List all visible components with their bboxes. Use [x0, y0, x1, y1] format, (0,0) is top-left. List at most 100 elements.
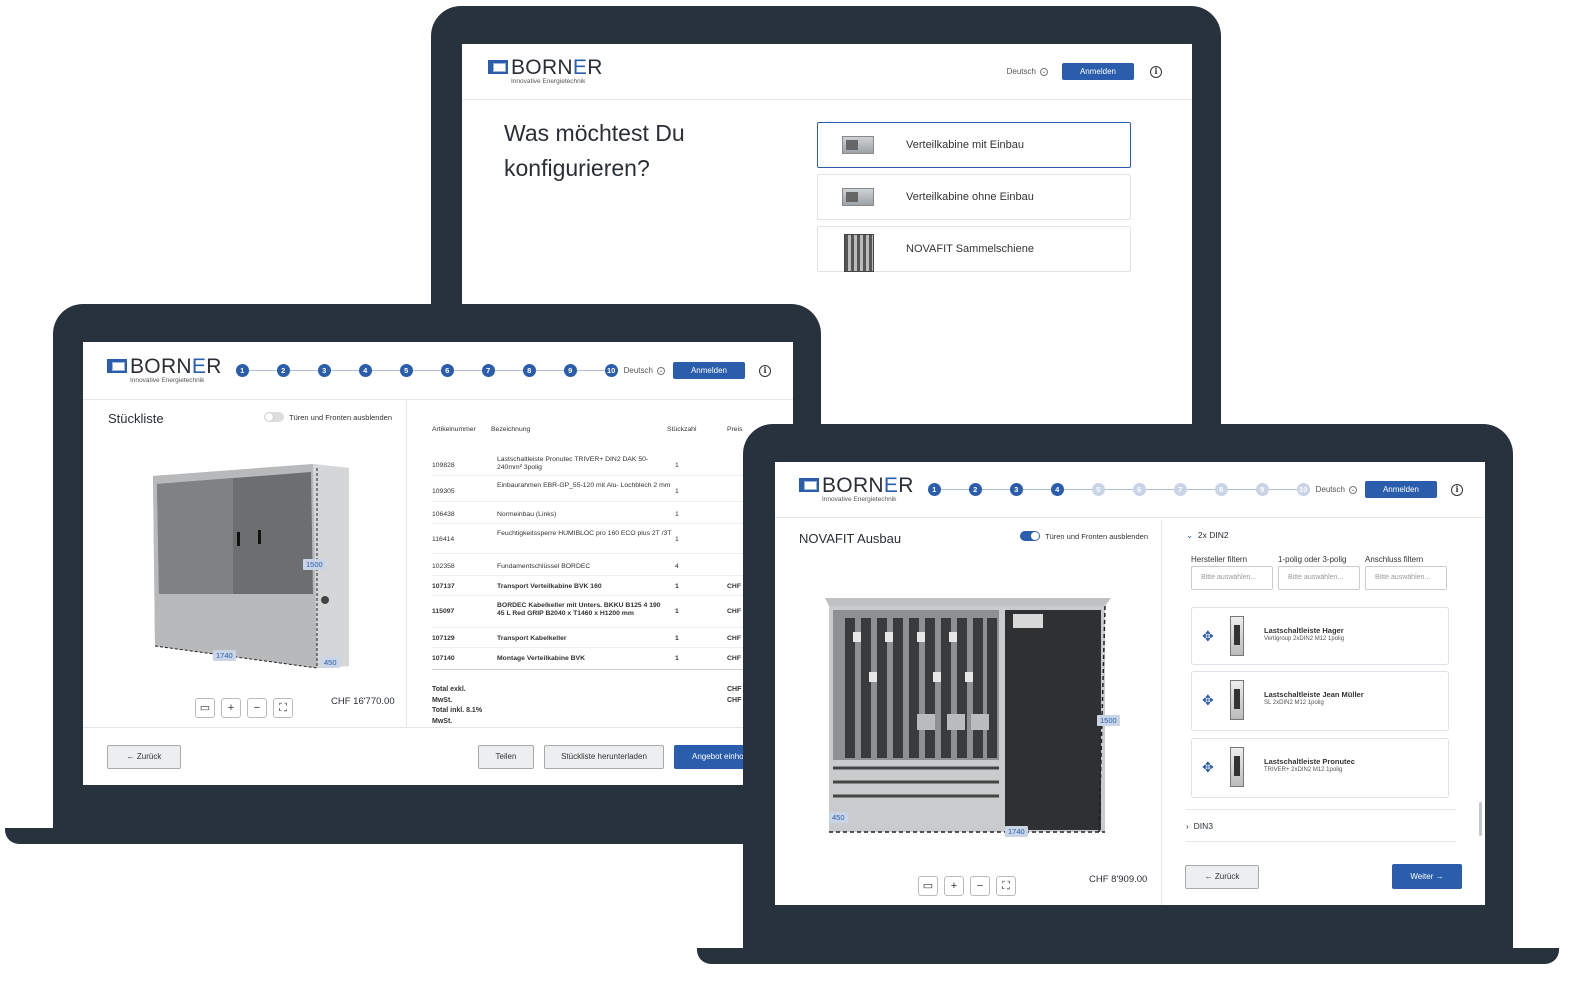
login-button[interactable]: Anmelden [1364, 481, 1437, 498]
option-verteilkabine-mit-einbau[interactable]: Verteilkabine mit Einbau [817, 122, 1131, 168]
accordion-din3[interactable]: › DIN3 [1186, 821, 1213, 831]
option-label: Verteilkabine mit Einbau [906, 139, 1025, 151]
step-4[interactable]: 4 [1050, 483, 1064, 496]
chevron-down-icon: ⌄ [1186, 530, 1194, 540]
language-select[interactable]: Deutsch ⌄ [624, 366, 665, 375]
component-panel: ⌄ 2x DIN2 Hersteller filtern 1-polig ode… [1161, 519, 1485, 905]
component-thumbnail [1230, 680, 1244, 720]
step-5[interactable]: 5 [1091, 483, 1105, 496]
totals-values: CHF CHF [727, 686, 742, 704]
next-button[interactable]: Weiter → [1392, 864, 1462, 889]
hide-doors-toggle[interactable]: Türen und Fronten ausblenden [264, 412, 392, 422]
fullscreen-icon[interactable]: ⛶ [273, 698, 293, 718]
hide-doors-toggle[interactable]: Türen und Fronten ausblenden [1020, 531, 1148, 541]
step-3[interactable]: 3 [317, 364, 331, 377]
step-5[interactable]: 5 [399, 364, 413, 377]
bom-table: Artikelnummer Bezeichnung Stückzahl Prei… [432, 426, 793, 726]
logo-tagline: Innovative Energietechnik [822, 496, 897, 504]
component-subtitle: TRIVER+ 2xDIN2 M12 1polig [1264, 767, 1343, 773]
toggle-switch[interactable] [1020, 531, 1040, 541]
zoom-in-icon[interactable]: + [944, 876, 964, 896]
step-9[interactable]: 9 [563, 364, 577, 377]
step-9[interactable]: 9 [1255, 483, 1269, 496]
component-subtitle: Vertigroup 2xDIN2 M12 1polig [1264, 636, 1345, 642]
drag-move-icon[interactable]: ✥ [1202, 692, 1214, 709]
total-price: CHF 8'909.00 [1089, 874, 1148, 885]
step-1[interactable]: 1 [235, 364, 249, 377]
cabinet-thumbnail [838, 182, 878, 212]
zoom-out-icon[interactable]: − [970, 876, 990, 896]
viewer-controls: ▭ + − ⛶ [195, 698, 293, 718]
table-row: 115097 BORDEC Kabelkeller mit Unters. BK… [432, 596, 792, 628]
height-dimension: 1500 [303, 559, 326, 570]
share-button[interactable]: Teilen [478, 745, 534, 769]
table-row: 107129 Transport Kabelkeller 1 CHF [432, 628, 792, 648]
login-button[interactable]: Anmelden [1061, 63, 1134, 80]
measure-icon[interactable]: ▭ [918, 876, 938, 896]
chevron-right-icon: › [1186, 821, 1189, 831]
logo-mark-icon [488, 60, 508, 75]
pole-filter-select[interactable]: Bitte auswählen... [1278, 566, 1360, 590]
table-row: 109305 Einbaurahmen EBR-GP_55-120 mit Al… [432, 476, 792, 502]
step-7[interactable]: 7 [481, 364, 495, 377]
component-title: Lastschaltleiste Jean Müller [1264, 690, 1364, 699]
step-6[interactable]: 6 [440, 364, 454, 377]
component-card[interactable]: ✥ Lastschaltleiste Hager Vertigroup 2xDI… [1191, 607, 1449, 665]
cabinet-open-drawing [825, 598, 1111, 833]
step-progress: 1 2 3 4 5 6 7 8 9 10 [235, 364, 618, 377]
info-icon[interactable]: i [1451, 483, 1463, 496]
step-7[interactable]: 7 [1173, 483, 1187, 496]
component-card[interactable]: ✥ Lastschaltleiste Pronutec TRIVER+ 2xDI… [1191, 738, 1449, 798]
step-1[interactable]: 1 [927, 483, 941, 496]
download-bom-button[interactable]: Stückliste herunterladen [544, 745, 664, 769]
component-title: Lastschaltleiste Hager [1264, 626, 1344, 635]
page-title: Was möchtest Du konfigurieren? [504, 120, 685, 181]
borner-logo[interactable]: BORNER Innovative Energietechnik [107, 356, 222, 385]
option-verteilkabine-ohne-einbau[interactable]: Verteilkabine ohne Einbau [817, 174, 1131, 220]
back-button[interactable]: ← Zurück [1185, 865, 1259, 889]
zoom-in-icon[interactable]: + [221, 698, 241, 718]
step-6[interactable]: 6 [1132, 483, 1146, 496]
cabinet-3d-view[interactable]: 1500 1740 450 [823, 592, 1123, 842]
filter-label: 1-polig oder 3-polig [1278, 555, 1347, 564]
scrollbar[interactable] [1479, 802, 1482, 836]
logo-tagline: Innovative Energietechnik [130, 377, 205, 385]
cabinet-3d-view[interactable]: 1500 1740 450 [151, 460, 351, 670]
connection-filter-select[interactable]: Bitte auswählen... [1365, 566, 1447, 590]
step-3[interactable]: 3 [1009, 483, 1023, 496]
step-2[interactable]: 2 [968, 483, 982, 496]
drag-move-icon[interactable]: ✥ [1202, 628, 1214, 645]
step-4[interactable]: 4 [358, 364, 372, 377]
step-8[interactable]: 8 [1214, 483, 1228, 496]
toggle-switch[interactable] [264, 412, 284, 422]
toggle-label: Türen und Fronten ausblenden [1045, 531, 1148, 541]
info-icon[interactable]: i [759, 364, 771, 377]
borner-logo[interactable]: BORNER Innovative Energietechnik [799, 475, 914, 504]
info-icon[interactable]: i [1150, 65, 1162, 78]
back-button[interactable]: ← Zurück [107, 745, 181, 769]
language-select[interactable]: Deutsch ⌄ [1316, 485, 1357, 494]
app-header: BORNER Innovative Energietechnik 1 2 3 4… [775, 462, 1485, 518]
measure-icon[interactable]: ▭ [195, 698, 215, 718]
step-8[interactable]: 8 [522, 364, 536, 377]
col-article: Artikelnummer [432, 426, 476, 433]
height-dimension: 1500 [1097, 715, 1120, 726]
component-card[interactable]: ✥ Lastschaltleiste Jean Müller SL 2xDIN2… [1191, 671, 1449, 731]
step-10[interactable]: 10 [1296, 483, 1310, 496]
drag-move-icon[interactable]: ✥ [1202, 759, 1214, 776]
language-select[interactable]: Deutsch ⌄ [1007, 67, 1048, 76]
toggle-label: Türen und Fronten ausblenden [289, 412, 392, 422]
fullscreen-icon[interactable]: ⛶ [996, 876, 1016, 896]
panel-title: Stückliste [108, 411, 164, 426]
borner-logo[interactable]: BORNER Innovative Energietechnik [488, 57, 603, 86]
table-row: 116414 Feuchtigkeitssperre HUMIBLOC pro … [432, 524, 792, 554]
manufacturer-filter-select[interactable]: Bitte auswählen... [1191, 566, 1273, 590]
step-2[interactable]: 2 [276, 364, 290, 377]
step-10[interactable]: 10 [604, 364, 618, 377]
accordion-2x-din2[interactable]: ⌄ 2x DIN2 [1186, 530, 1229, 541]
option-novafit-sammelschiene[interactable]: NOVAFIT Sammelschiene [817, 226, 1131, 272]
zoom-out-icon[interactable]: − [247, 698, 267, 718]
login-button[interactable]: Anmelden [672, 362, 745, 379]
laptop-base [5, 828, 865, 844]
col-qty: Stückzahl [667, 426, 697, 433]
